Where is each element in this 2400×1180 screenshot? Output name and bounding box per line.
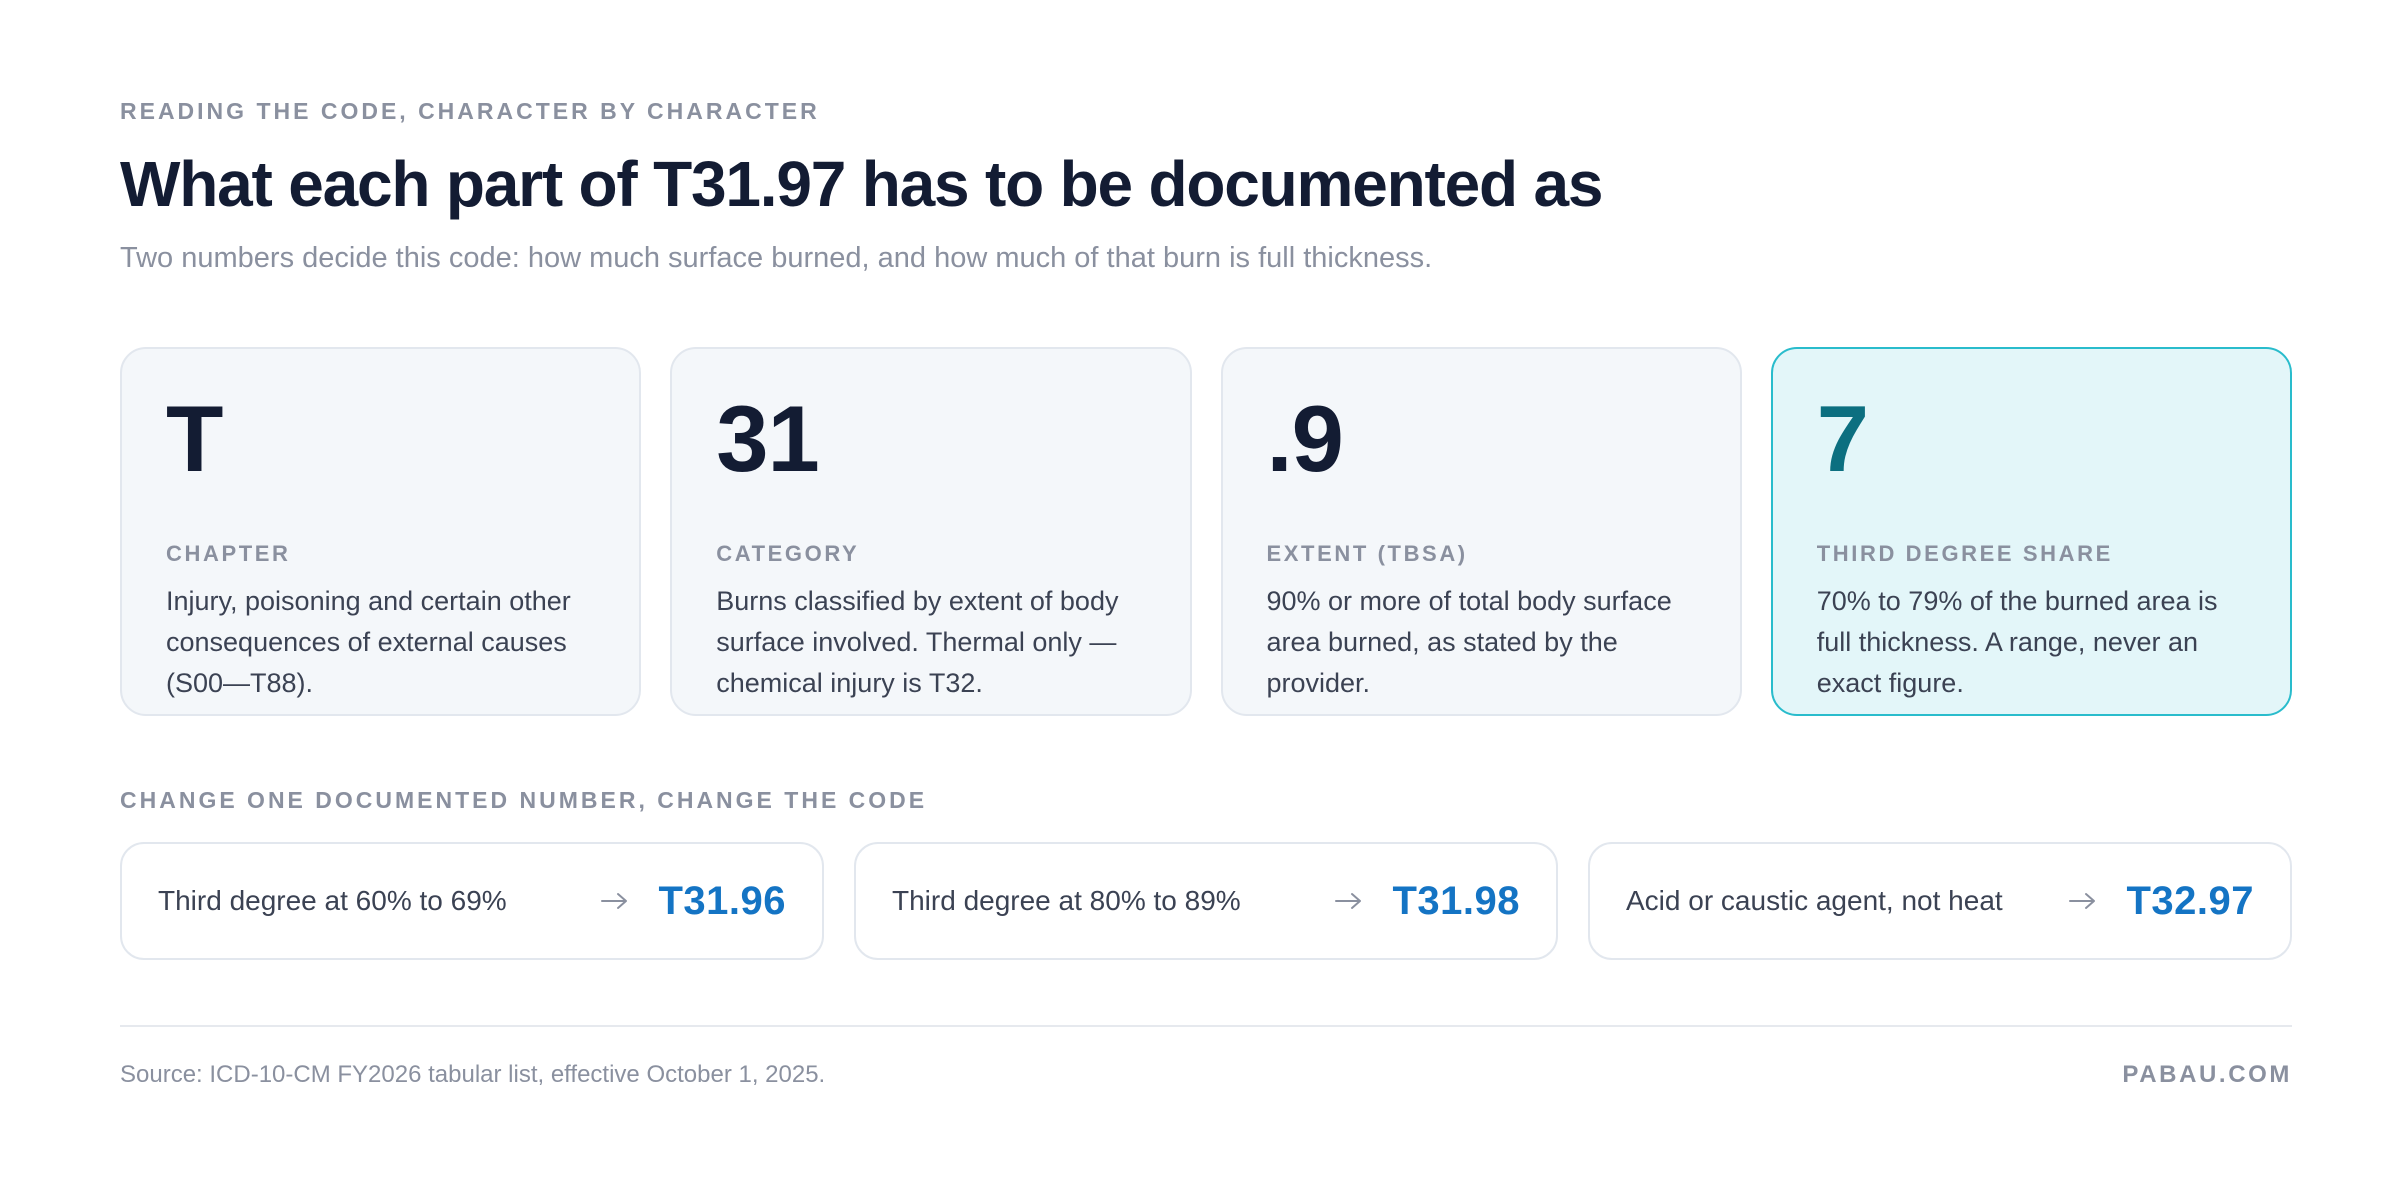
card-label: THIRD DEGREE SHARE [1816, 541, 2113, 566]
card-chapter: T CHAPTER Injury, poisoning and certain … [120, 347, 642, 716]
change-condition: Third degree at 60% to 69% [158, 885, 507, 916]
code-part-cards: T CHAPTER Injury, poisoning and certain … [120, 347, 2292, 716]
card-value: T [166, 386, 223, 491]
change-result-code: T31.96 [658, 878, 786, 923]
page-title: What each part of T31.97 has to be docum… [120, 148, 1604, 220]
code-change-item: Third degree at 80% to 89% T31.98 [854, 842, 1558, 960]
source-note: Source: ICD-10-CM FY2026 tabular list, e… [120, 1061, 826, 1088]
card-description: Injury, poisoning and certain other cons… [166, 586, 571, 698]
card-label: CATEGORY [716, 541, 860, 566]
card-description: Burns classified by extent of body surfa… [716, 586, 1119, 698]
card-label: CHAPTER [166, 541, 291, 566]
arrow-right-icon [601, 893, 628, 909]
change-result-code: T31.98 [1392, 878, 1520, 923]
eyebrow-label: READING THE CODE, CHARACTER BY CHARACTER [120, 98, 820, 124]
changes-section-label: CHANGE ONE DOCUMENTED NUMBER, CHANGE THE… [120, 787, 928, 813]
arrow-right-icon [1335, 893, 1362, 909]
brand-label: PABAU.COM [2122, 1061, 2292, 1088]
card-description: 70% to 79% of the burned area is full th… [1816, 586, 2218, 698]
card-value: 7 [1816, 386, 1869, 491]
card-extent: .9 EXTENT (TBSA) 90% or more of total bo… [1220, 347, 1742, 716]
code-change-item: Third degree at 60% to 69% T31.96 [120, 842, 824, 960]
code-change-list: Third degree at 60% to 69% T31.96 Third … [120, 842, 2292, 960]
code-change-item: Acid or caustic agent, not heat T32.97 [1588, 842, 2292, 960]
card-category: 31 CATEGORY Burns classified by extent o… [670, 347, 1192, 716]
card-label: EXTENT (TBSA) [1266, 541, 1468, 566]
card-third-degree-share: 7 THIRD DEGREE SHARE 70% to 79% of the b… [1770, 347, 2292, 716]
change-condition: Acid or caustic agent, not heat [1626, 885, 2003, 916]
footer-divider [120, 1025, 2292, 1027]
card-value: .9 [1266, 386, 1344, 491]
page-subtitle: Two numbers decide this code: how much s… [120, 242, 1433, 274]
card-value: 31 [716, 386, 820, 491]
change-condition: Third degree at 80% to 89% [892, 885, 1241, 916]
arrow-right-icon [2069, 893, 2096, 909]
card-description: 90% or more of total body surface area b… [1266, 586, 1672, 698]
change-result-code: T32.97 [2126, 878, 2254, 923]
